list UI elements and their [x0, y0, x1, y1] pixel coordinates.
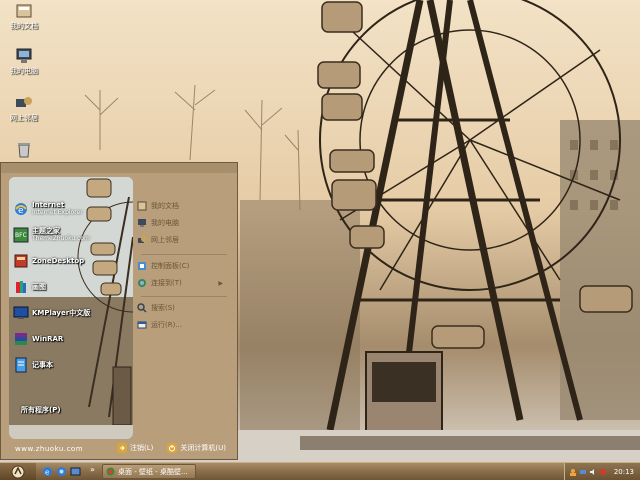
task-button-label: 桌面 - 壁纸 - 桌酷壁... — [118, 467, 188, 476]
clock[interactable]: 20:13 — [614, 468, 634, 476]
theme-icon: BFC — [13, 227, 29, 243]
my-computer-icon — [138, 219, 146, 227]
place-label: 连接到(T) — [151, 279, 182, 287]
connect-to-icon — [138, 279, 146, 287]
paint-icon — [16, 281, 26, 293]
network-places-icon — [16, 97, 32, 107]
program-winrar[interactable]: WinRAR — [13, 329, 131, 349]
notepad-icon — [15, 357, 27, 373]
control-panel-icon — [138, 262, 146, 270]
task-button-browser[interactable]: 桌面 - 壁纸 - 桌酷壁... — [102, 464, 196, 479]
svg-text:BFC: BFC — [15, 232, 27, 239]
zhuoku-url: www.zhuoku.com — [15, 445, 84, 453]
place-control-panel[interactable]: 控制面板(C) — [137, 259, 189, 273]
desktop-icon-my-computer[interactable]: 我的电脑 — [2, 48, 46, 76]
start-logo-icon — [11, 465, 25, 478]
desktop-icon-recycle-bin[interactable] — [2, 142, 46, 160]
place-label: 我的电脑 — [151, 219, 179, 227]
all-programs-button[interactable]: 所有程序(P) — [21, 405, 61, 415]
program-kmplayer[interactable]: KMPlayer中文版 — [13, 303, 131, 323]
start-menu-footer: 注销(L) 关闭计算机(U) — [117, 443, 236, 453]
desktop-icon-label: 我的文档 — [10, 22, 38, 30]
place-my-computer[interactable]: 我的电脑 — [137, 216, 179, 230]
quicklaunch-chevron-icon[interactable]: » — [90, 465, 95, 474]
shutdown-label: 关闭计算机(U) — [180, 444, 226, 452]
program-title: ZoneDesktop — [32, 257, 85, 265]
kmplayer-icon — [13, 306, 29, 319]
place-run[interactable]: 运行(R)... — [137, 318, 182, 332]
desktop-icon-network-places[interactable]: 网上邻居 — [2, 95, 46, 123]
program-theme-home[interactable]: BFC 主题之家 ThemeZhuoku.com — [13, 225, 131, 245]
user-icon[interactable] — [569, 468, 577, 476]
place-network[interactable]: 网上邻居 — [137, 233, 179, 247]
my-documents-icon — [137, 201, 147, 211]
my-computer-icon — [16, 48, 32, 63]
zone-icon — [14, 254, 28, 268]
places-separator — [141, 296, 227, 297]
start-menu-programs-panel: e Internet Internet Explorer BFC 主题之家 Them… — [9, 177, 133, 439]
ie-icon[interactable]: e — [42, 466, 53, 477]
place-connect-to[interactable]: 连接到(T) ▶ — [137, 276, 229, 290]
winrar-icon — [15, 333, 27, 345]
search-icon — [137, 303, 147, 313]
shutdown-button[interactable]: 关闭计算机(U) — [167, 443, 226, 453]
start-menu-header — [1, 163, 237, 173]
svg-text:e: e — [18, 206, 24, 216]
program-title: Internet — [32, 201, 65, 209]
logoff-button[interactable]: 注销(L) — [117, 443, 153, 453]
desktop-icon-label: 网上邻居 — [10, 114, 38, 122]
submenu-arrow-icon: ▶ — [218, 279, 223, 287]
power-icon — [167, 443, 178, 453]
place-label: 我的文档 — [151, 202, 179, 210]
start-button[interactable] — [0, 463, 36, 480]
ie-icon[interactable] — [56, 466, 67, 477]
program-title: WinRAR — [32, 335, 64, 343]
security-icon[interactable] — [599, 468, 607, 476]
program-zone-desktop[interactable]: ZoneDesktop — [13, 251, 131, 271]
place-label: 运行(R)... — [151, 321, 183, 329]
network-places-icon — [138, 236, 147, 243]
all-programs-label: 所有程序(P) — [21, 406, 61, 414]
system-tray: 20:13 — [564, 463, 640, 480]
program-title: 记事本 — [32, 361, 53, 369]
program-internet-explorer[interactable]: e Internet Internet Explorer — [13, 199, 131, 219]
place-label: 搜索(S) — [151, 304, 175, 312]
place-label: 网上邻居 — [151, 236, 179, 244]
volume-icon[interactable] — [589, 468, 597, 476]
start-menu: e Internet Internet Explorer BFC 主题之家 Them… — [0, 162, 238, 460]
place-search[interactable]: 搜索(S) — [137, 301, 175, 315]
program-paint[interactable]: 画图 — [13, 277, 131, 297]
program-notepad[interactable]: 记事本 — [13, 355, 131, 375]
logoff-label: 注销(L) — [130, 444, 154, 452]
desktop-icon-my-documents[interactable]: 我的文档 — [2, 3, 46, 31]
desktop-icon-label: 我的电脑 — [10, 67, 38, 75]
program-title: 画图 — [32, 283, 46, 291]
run-icon — [137, 321, 147, 329]
svg-text:e: e — [45, 469, 49, 477]
show-desktop-icon[interactable] — [70, 466, 81, 477]
network-icon[interactable] — [579, 468, 587, 476]
program-title: 主题之家 — [32, 227, 60, 235]
places-separator — [141, 254, 227, 255]
taskbar: e » 桌面 - 壁纸 - 桌酷壁... 20:13 — [0, 462, 640, 480]
place-label: 控制面板(C) — [151, 262, 190, 270]
browser-icon — [106, 467, 115, 476]
ie-icon: e — [15, 203, 27, 216]
program-title: KMPlayer中文版 — [32, 309, 91, 317]
recycle-bin-icon — [18, 143, 30, 158]
program-subtitle: Internet Explorer — [32, 209, 83, 216]
program-subtitle: ThemeZhuoku.com — [32, 235, 90, 242]
logoff-icon — [117, 443, 127, 453]
my-documents-icon — [16, 4, 32, 18]
place-my-documents[interactable]: 我的文档 — [137, 199, 179, 213]
